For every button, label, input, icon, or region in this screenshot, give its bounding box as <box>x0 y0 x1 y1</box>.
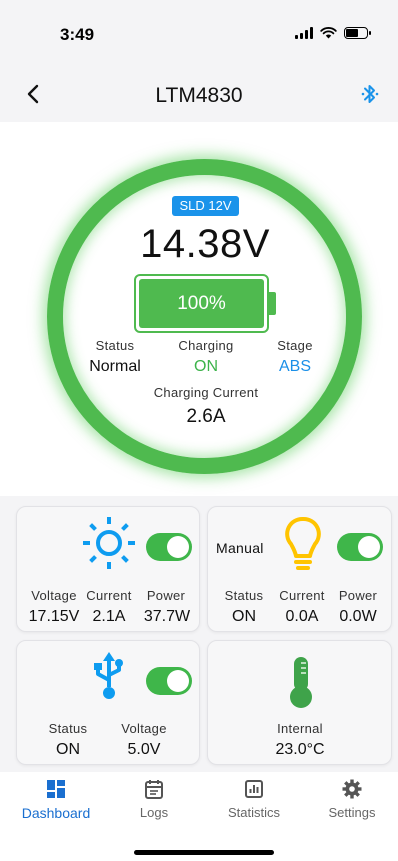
thermometer-icon <box>290 657 312 708</box>
light-current-label: Current <box>279 588 325 603</box>
status-value: Normal <box>89 358 141 375</box>
usb-status-label: Status <box>48 721 88 736</box>
light-toggle[interactable] <box>337 533 383 561</box>
light-power-value: 0.0W <box>339 608 377 625</box>
bluetooth-button[interactable] <box>358 81 382 107</box>
solar-voltage-label: Voltage <box>31 588 77 603</box>
calendar-icon <box>145 780 163 799</box>
light-status-label: Status <box>224 588 264 603</box>
lightbulb-icon <box>285 517 321 570</box>
light-mode-label: Manual <box>216 540 264 556</box>
usb-toggle[interactable] <box>146 667 192 695</box>
solar-current-label: Current <box>86 588 132 603</box>
page-title: LTM4830 <box>155 84 243 107</box>
status-icons <box>295 27 371 39</box>
chart-icon <box>245 780 263 798</box>
usb-card: Status ON Voltage 5.0V <box>16 640 200 765</box>
nav-label-settings: Settings <box>328 805 376 820</box>
battery-level-indicator: 100% <box>134 274 269 333</box>
light-power-label: Power <box>338 588 378 603</box>
nav-item-statistics[interactable]: Statistics <box>209 772 299 832</box>
sun-icon <box>83 517 135 569</box>
charging-value: ON <box>194 358 218 375</box>
dashboard-icon <box>47 780 65 798</box>
nav-item-logs[interactable]: Logs <box>109 772 199 832</box>
battery-type-badge: SLD 12V <box>172 196 239 216</box>
battery-voltage: 14.38V <box>140 222 270 266</box>
battery-cap <box>269 292 276 315</box>
wifi-icon <box>320 27 337 39</box>
usb-status-value: ON <box>56 741 80 758</box>
solar-toggle[interactable] <box>146 533 192 561</box>
charging-current-label: Charging Current <box>153 385 259 400</box>
solar-power-value: 37.7W <box>143 608 191 625</box>
nav-item-settings[interactable]: Settings <box>307 772 397 832</box>
status-label: Status <box>95 338 135 353</box>
solar-voltage-value: 17.15V <box>28 608 80 625</box>
solar-card: Voltage 17.15V Current 2.1A Power 37.7W <box>16 506 200 632</box>
app-header: LTM4830 <box>0 64 398 122</box>
temperature-label: Internal <box>277 721 323 736</box>
charging-current-value: 2.6A <box>186 406 226 427</box>
nav-item-dashboard[interactable]: Dashboard <box>11 772 101 832</box>
gear-icon <box>342 779 362 799</box>
cellular-signal-icon <box>295 27 313 39</box>
solar-current-value: 2.1A <box>92 608 126 625</box>
stage-label: Stage <box>277 338 313 353</box>
nav-label-logs: Logs <box>139 805 169 820</box>
temperature-card: Internal 23.0°C <box>207 640 392 765</box>
nav-label-dashboard: Dashboard <box>21 805 91 821</box>
nav-label-statistics: Statistics <box>227 805 280 820</box>
status-bar: 3:49 <box>0 0 398 64</box>
temperature-value: 23.0°C <box>275 741 325 758</box>
light-status-value: ON <box>232 608 256 625</box>
stage-value: ABS <box>278 358 311 375</box>
battery-status-icon <box>344 27 371 39</box>
usb-voltage-value: 5.0V <box>127 741 161 758</box>
light-current-value: 0.0A <box>285 608 319 625</box>
light-card: Manual Status ON Current 0.0A Power 0.0W <box>207 506 392 632</box>
usb-icon <box>94 652 123 699</box>
home-indicator[interactable] <box>134 850 274 855</box>
charging-label: Charging <box>178 338 234 353</box>
usb-voltage-label: Voltage <box>121 721 167 736</box>
solar-power-label: Power <box>146 588 186 603</box>
battery-panel: SLD 12V 14.38V 100% Status Normal Chargi… <box>0 122 398 496</box>
bluetooth-icon <box>361 85 379 103</box>
battery-level-fill: 100% <box>139 279 264 328</box>
status-time: 3:49 <box>60 25 95 44</box>
bottom-navigation: Dashboard Logs Statistics Settings <box>0 772 398 861</box>
